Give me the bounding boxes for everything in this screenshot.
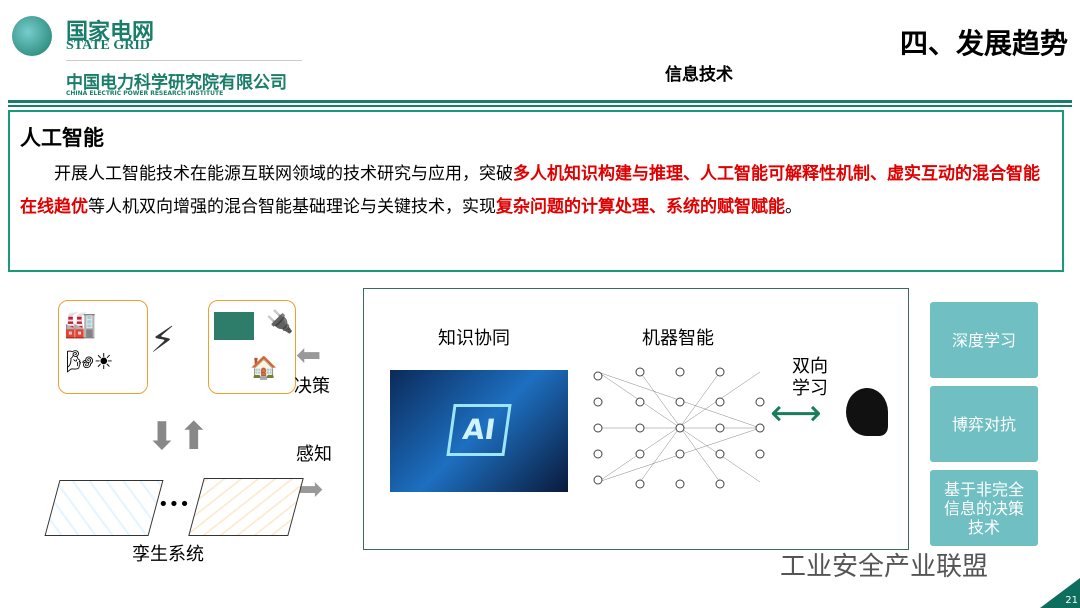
arrow-left-icon: ⬅ [296,338,322,373]
content-paragraph: 开展人工智能技术在能源互联网领域的技术研究与应用，突破多人机知识构建与推理、人工… [20,158,1052,224]
storage-icon [214,312,254,340]
label: 基于非完全信息的决策技术 [944,479,1025,537]
state-grid-logo-icon [12,16,52,56]
perception-label: 感知 [296,444,332,465]
subtitle: 信息技术 [665,65,733,85]
arrows-updown-icon: ⬇⬆ [146,414,210,458]
page-number: 21 [1065,595,1078,606]
human-head-icon [846,388,888,436]
deep-learning-box: 深度学习 [930,302,1038,378]
watermark: 工业安全产业联盟 [780,552,989,582]
divider [66,60,302,61]
graph-network-icon [44,480,164,536]
decision-tech-box: 基于非完全信息的决策技术 [930,470,1038,546]
content-heading: 人工智能 [20,126,104,150]
decision-label: 决策 [294,376,330,397]
institute-en: CHINA ELECTRIC POWER RESEARCH INSTITUTE [66,90,224,97]
logo-en: STATE GRID [66,38,150,53]
charger-icon: 🔌 [266,310,294,335]
content-box: 人工智能 开展人工智能技术在能源互联网领域的技术研究与应用，突破多人机知识构建与… [8,110,1064,272]
header-line [8,105,1072,107]
header-line [8,100,1072,103]
game-confrontation-box: 博弈对抗 [930,386,1038,462]
neural-network-icon [593,367,765,489]
label: 深度学习 [951,330,1016,350]
section-title: 四、发展趋势 [899,27,1068,60]
power-plant-icon: 🏭 [64,310,97,340]
wind-solar-icon: 🌬☀ [66,350,114,375]
knowledge-label: 知识协同 [438,328,510,349]
transmission-tower-icon: ⚡ [150,320,176,361]
house-icon: 🏠 [250,356,278,381]
twin-system-label: 孪生系统 [132,544,204,565]
ai-chip-image: AI [390,370,568,492]
tree-network-icon [188,478,304,536]
label: 博弈对抗 [951,414,1016,434]
ai-label: AI [446,404,512,456]
dots: ••• [158,494,190,515]
text: 等人机双向增强的混合智能基础理论与关键技术，实现 [88,197,496,217]
highlight: 复杂问题的计算处理、系统的赋智赋能 [496,197,785,217]
text: 。 [785,197,802,217]
text: 开展人工智能技术在能源互联网领域的技术研究与应用，突破 [54,164,513,184]
machine-label: 机器智能 [642,328,714,349]
double-arrow-icon: ⟷ [770,393,822,434]
